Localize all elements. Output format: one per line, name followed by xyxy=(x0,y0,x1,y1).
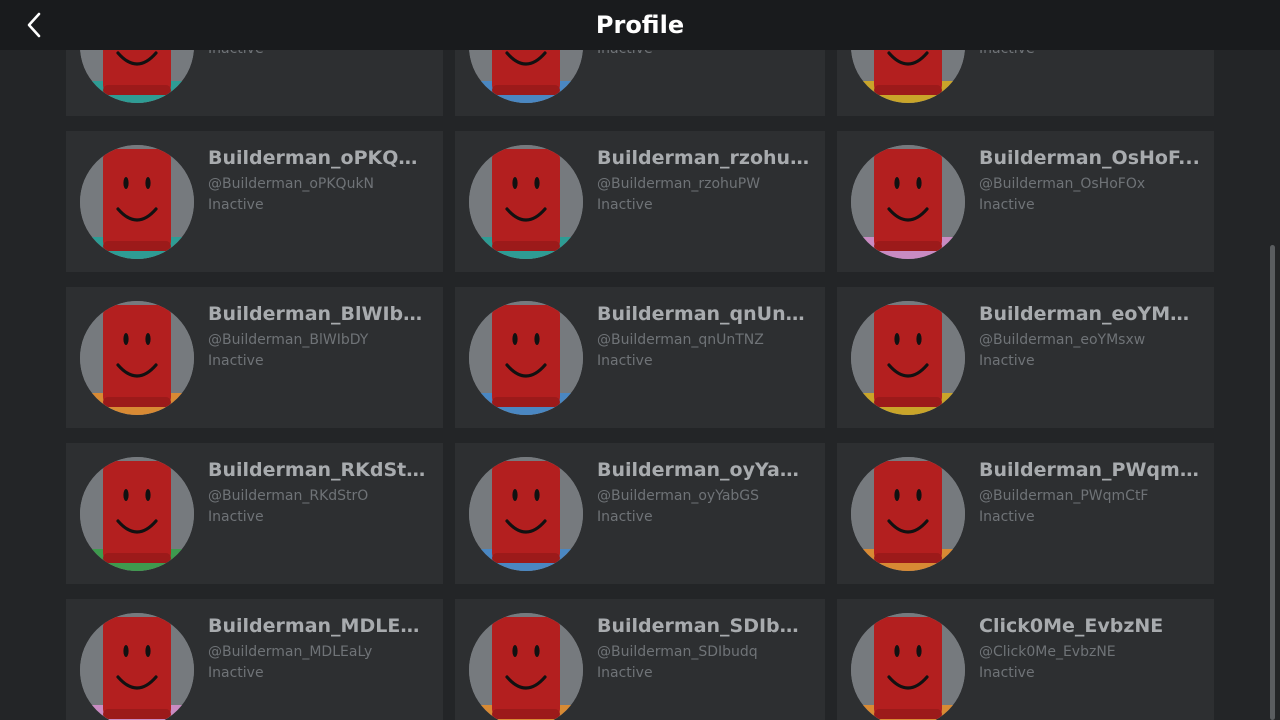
avatar-face-icon xyxy=(469,301,583,415)
avatar[interactable] xyxy=(469,457,583,571)
avatar[interactable] xyxy=(851,145,965,259)
friend-status: Inactive xyxy=(597,197,653,213)
friend-name: Builderman_PWqm... xyxy=(979,459,1200,481)
chevron-left-icon xyxy=(27,12,41,38)
avatar[interactable] xyxy=(80,613,194,720)
avatar[interactable] xyxy=(80,457,194,571)
avatar-face-icon xyxy=(851,457,965,571)
avatar[interactable] xyxy=(469,145,583,259)
avatar[interactable] xyxy=(469,613,583,720)
friend-card[interactable]: Builderman_BlWIbDY @Builderman_BlWIbDY Ina… xyxy=(66,287,443,428)
avatar[interactable] xyxy=(469,301,583,415)
friend-handle: @Builderman_qnUnTNZ xyxy=(597,332,764,348)
friend-status: Inactive xyxy=(208,665,264,681)
back-button[interactable] xyxy=(18,8,52,42)
friend-handle: @Builderman_MDLEaLy xyxy=(208,644,373,660)
friend-card[interactable]: Builderman_PWqm... @Builderman_PWqmCtF Ina… xyxy=(837,443,1214,584)
friend-card[interactable]: Builderman_MDLEaLy @Builderman_MDLEaLy Ina… xyxy=(66,599,443,720)
avatar[interactable] xyxy=(80,145,194,259)
friend-status: Inactive xyxy=(979,197,1035,213)
avatar-face-icon xyxy=(469,613,583,720)
friend-status: Inactive xyxy=(979,665,1035,681)
avatar-face-icon xyxy=(80,145,194,259)
friend-card[interactable]: Builderman_oyYab... @Builderman_oyYabGS In… xyxy=(455,443,825,584)
friend-handle: @Builderman_eoYMsxw xyxy=(979,332,1146,348)
friend-handle: @Builderman_BlWIbDY xyxy=(208,332,369,348)
friend-status: Inactive xyxy=(208,509,264,525)
avatar-face-icon xyxy=(851,145,965,259)
friend-card[interactable]: Builderman_rzohuP... @Builderman_rzohuPW I… xyxy=(455,131,825,272)
friend-card[interactable]: Builderman_oPKQu... @Builderman_oPKQukN In… xyxy=(66,131,443,272)
avatar-face-icon xyxy=(469,145,583,259)
friend-name: Builderman_OsHoF... xyxy=(979,147,1200,169)
friend-name: Builderman_oyYab... xyxy=(597,459,811,481)
friends-grid: InactiveInactiveInactiveBuilderman_oPKQu… xyxy=(66,0,1214,720)
friend-handle: @Click0Me_EvbzNE xyxy=(979,644,1116,660)
friend-handle: @Builderman_RKdStrO xyxy=(208,488,369,504)
friend-name: Builderman_eoYMsx... xyxy=(979,303,1200,325)
friend-card[interactable]: Builderman_qnUnT... @Builderman_qnUnTNZ In… xyxy=(455,287,825,428)
friend-handle: @Builderman_oyYabGS xyxy=(597,488,760,504)
friend-name: Builderman_rzohuP... xyxy=(597,147,811,169)
friend-name: Builderman_SDIbudq xyxy=(597,615,811,637)
friend-handle: @Builderman_PWqmCtF xyxy=(979,488,1149,504)
avatar[interactable] xyxy=(851,613,965,720)
friend-name: Builderman_MDLEaLy xyxy=(208,615,429,637)
avatar-face-icon xyxy=(80,301,194,415)
friend-status: Inactive xyxy=(979,353,1035,369)
avatar[interactable] xyxy=(851,301,965,415)
friend-card[interactable]: Builderman_OsHoF... @Builderman_OsHoFOx In… xyxy=(837,131,1214,272)
friend-handle: @Builderman_OsHoFOx xyxy=(979,176,1146,192)
friend-name: Click0Me_EvbzNE xyxy=(979,615,1164,637)
friend-card[interactable]: Builderman_SDIbudq @Builderman_SDIbudq Ina… xyxy=(455,599,825,720)
friend-name: Builderman_RKdStrO xyxy=(208,459,429,481)
friend-status: Inactive xyxy=(597,509,653,525)
friend-name: Builderman_BlWIbDY xyxy=(208,303,429,325)
avatar[interactable] xyxy=(80,301,194,415)
friend-handle: @Builderman_SDIbudq xyxy=(597,644,758,660)
friend-handle: @Builderman_oPKQukN xyxy=(208,176,375,192)
friend-status: Inactive xyxy=(979,509,1035,525)
scrollbar[interactable] xyxy=(1270,245,1275,720)
friend-name: Builderman_oPKQu... xyxy=(208,147,429,169)
friends-list[interactable]: InactiveInactiveInactiveBuilderman_oPKQu… xyxy=(0,0,1280,720)
header-bar: Profile xyxy=(0,0,1280,50)
avatar-face-icon xyxy=(851,301,965,415)
friend-status: Inactive xyxy=(597,665,653,681)
avatar-face-icon xyxy=(469,457,583,571)
friend-status: Inactive xyxy=(597,353,653,369)
friend-card[interactable]: Click0Me_EvbzNE @Click0Me_EvbzNE Inactive xyxy=(837,599,1214,720)
friend-card[interactable]: Builderman_RKdStrO @Builderman_RKdStrO Ina… xyxy=(66,443,443,584)
avatar-face-icon xyxy=(80,457,194,571)
friend-name: Builderman_qnUnT... xyxy=(597,303,811,325)
avatar[interactable] xyxy=(851,457,965,571)
friend-status: Inactive xyxy=(208,197,264,213)
page-title: Profile xyxy=(595,11,685,39)
friend-status: Inactive xyxy=(208,353,264,369)
friend-card[interactable]: Builderman_eoYMsx... @Builderman_eoYMsxw I… xyxy=(837,287,1214,428)
friend-handle: @Builderman_rzohuPW xyxy=(597,176,761,192)
avatar-face-icon xyxy=(80,613,194,720)
avatar-face-icon xyxy=(851,613,965,720)
